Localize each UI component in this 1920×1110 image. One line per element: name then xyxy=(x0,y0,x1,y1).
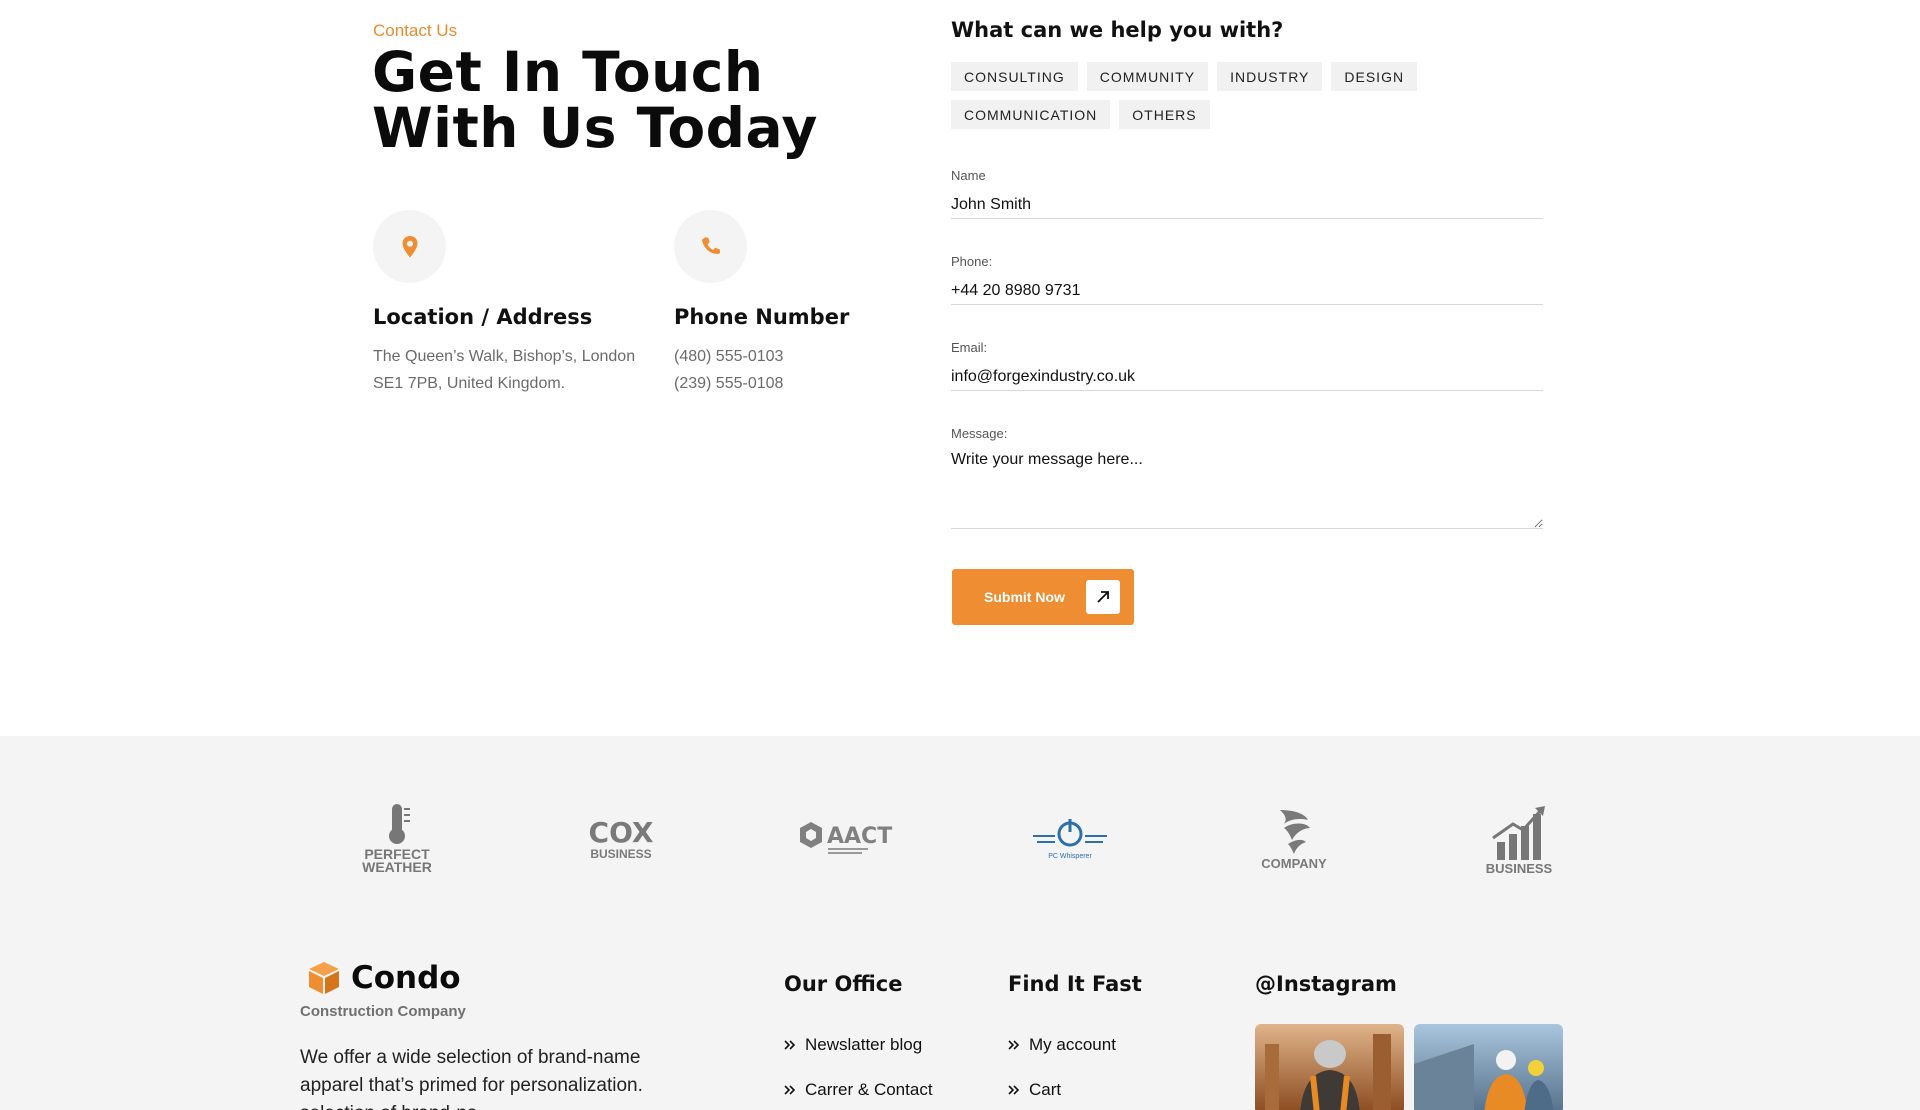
tag-industry[interactable]: INDUSTRY xyxy=(1217,62,1323,91)
pc-whisperer-logo: PC Whisperer xyxy=(1010,800,1130,880)
double-chevron-right-icon xyxy=(784,1084,801,1096)
page-title: Get In Touch With Us Today xyxy=(372,40,818,160)
phone-icon xyxy=(674,210,747,283)
svg-text:BUSINESS: BUSINESS xyxy=(1486,861,1553,876)
double-chevron-right-icon xyxy=(1008,1039,1025,1051)
svg-text:BUSINESS: BUSINESS xyxy=(590,847,651,861)
email-input[interactable] xyxy=(951,367,1543,391)
instagram-title: @Instagram xyxy=(1255,972,1397,996)
tag-others[interactable]: OTHERS xyxy=(1119,100,1210,129)
name-label: Name xyxy=(951,168,986,183)
phone-input[interactable] xyxy=(951,281,1543,305)
name-input[interactable] xyxy=(951,195,1543,219)
find-links: My account Cart xyxy=(1008,1022,1116,1110)
location-block: Location / Address The Queen’s Walk, Bis… xyxy=(373,210,663,397)
company-logo: COMPANY xyxy=(1234,800,1354,880)
phone-block: Phone Number (480) 555-0103 (239) 555-01… xyxy=(674,210,964,397)
address-line-2: SE1 7PB, United Kingdom. xyxy=(373,375,566,392)
instagram-photo-1[interactable] xyxy=(1255,1024,1404,1110)
office-links: Newslatter blog Carrer & Contact xyxy=(784,1022,933,1110)
aact-logo: AACT xyxy=(786,800,906,880)
tag-consulting[interactable]: CONSULTING xyxy=(951,62,1078,91)
brand-logos-band: PERFECT WEATHER COX BUSINESS AACT PC Whi… xyxy=(0,736,1920,1110)
business-logo: BUSINESS xyxy=(1459,800,1579,880)
logo-subtitle: Construction Company xyxy=(300,1003,466,1020)
svg-text:COMPANY: COMPANY xyxy=(1261,856,1327,871)
link-carrer-contact[interactable]: Carrer & Contact xyxy=(784,1067,933,1110)
office-title: Our Office xyxy=(784,972,903,996)
double-chevron-right-icon xyxy=(784,1039,801,1051)
location-heading: Location / Address xyxy=(373,305,593,329)
phone-line-2: (239) 555-0108 xyxy=(674,375,784,392)
tag-communication[interactable]: COMMUNICATION xyxy=(951,100,1111,129)
link-newsletter-blog[interactable]: Newslatter blog xyxy=(784,1022,933,1067)
message-label: Message: xyxy=(951,426,1008,441)
svg-text:WEATHER: WEATHER xyxy=(362,859,432,875)
tag-community[interactable]: COMMUNITY xyxy=(1086,62,1209,91)
perfect-weather-logo: PERFECT WEATHER xyxy=(337,800,457,880)
link-label: Newslatter blog xyxy=(805,1034,923,1054)
help-title: What can we help you with? xyxy=(951,18,1284,42)
phone-heading: Phone Number xyxy=(674,305,850,329)
link-my-account[interactable]: My account xyxy=(1008,1022,1116,1067)
contact-section: Contact Us Get In Touch With Us Today Lo… xyxy=(0,0,1920,736)
instagram-photo-2[interactable] xyxy=(1414,1024,1563,1110)
message-field-group: Message: xyxy=(951,425,1543,529)
phone-text: (480) 555-0103 (239) 555-0108 xyxy=(674,343,964,397)
footer-about-text: We offer a wide selection of brand-name … xyxy=(300,1047,643,1110)
phone-field-group: Phone: xyxy=(951,253,1543,305)
svg-text:PC Whisperer: PC Whisperer xyxy=(1048,853,1092,860)
link-cart[interactable]: Cart xyxy=(1008,1067,1116,1110)
message-textarea[interactable] xyxy=(951,451,1543,529)
email-field-group: Email: xyxy=(951,339,1543,391)
topic-tags: CONSULTING COMMUNITY INDUSTRY DESIGN COM… xyxy=(951,62,1431,129)
logo-text: Condo xyxy=(351,960,461,996)
map-pin-icon xyxy=(373,210,446,283)
tag-design[interactable]: DESIGN xyxy=(1331,62,1418,91)
phone-line-1: (480) 555-0103 xyxy=(674,348,784,365)
double-chevron-right-icon xyxy=(1008,1084,1025,1096)
address-text: The Queen’s Walk, Bishop’s, London SE1 7… xyxy=(373,343,663,397)
submit-button[interactable]: Submit Now xyxy=(952,569,1134,625)
section-eyebrow: Contact Us xyxy=(373,21,458,40)
cox-business-logo: COX BUSINESS xyxy=(561,800,681,880)
footer-logo[interactable]: Condo xyxy=(305,959,461,997)
email-label: Email: xyxy=(951,340,988,355)
svg-text:AACT: AACT xyxy=(827,824,892,849)
arrow-up-right-icon xyxy=(1086,580,1120,614)
phone-label: Phone: xyxy=(951,254,993,269)
submit-label: Submit Now xyxy=(984,589,1065,605)
address-line-1: The Queen’s Walk, Bishop’s, London xyxy=(373,348,636,365)
link-label: My account xyxy=(1029,1034,1116,1054)
cube-logo-icon xyxy=(309,962,339,994)
svg-text:COX: COX xyxy=(589,816,654,849)
name-field-group: Name xyxy=(951,167,1543,219)
link-label: Carrer & Contact xyxy=(805,1079,933,1099)
link-label: Cart xyxy=(1029,1079,1062,1099)
find-title: Find It Fast xyxy=(1008,972,1142,996)
